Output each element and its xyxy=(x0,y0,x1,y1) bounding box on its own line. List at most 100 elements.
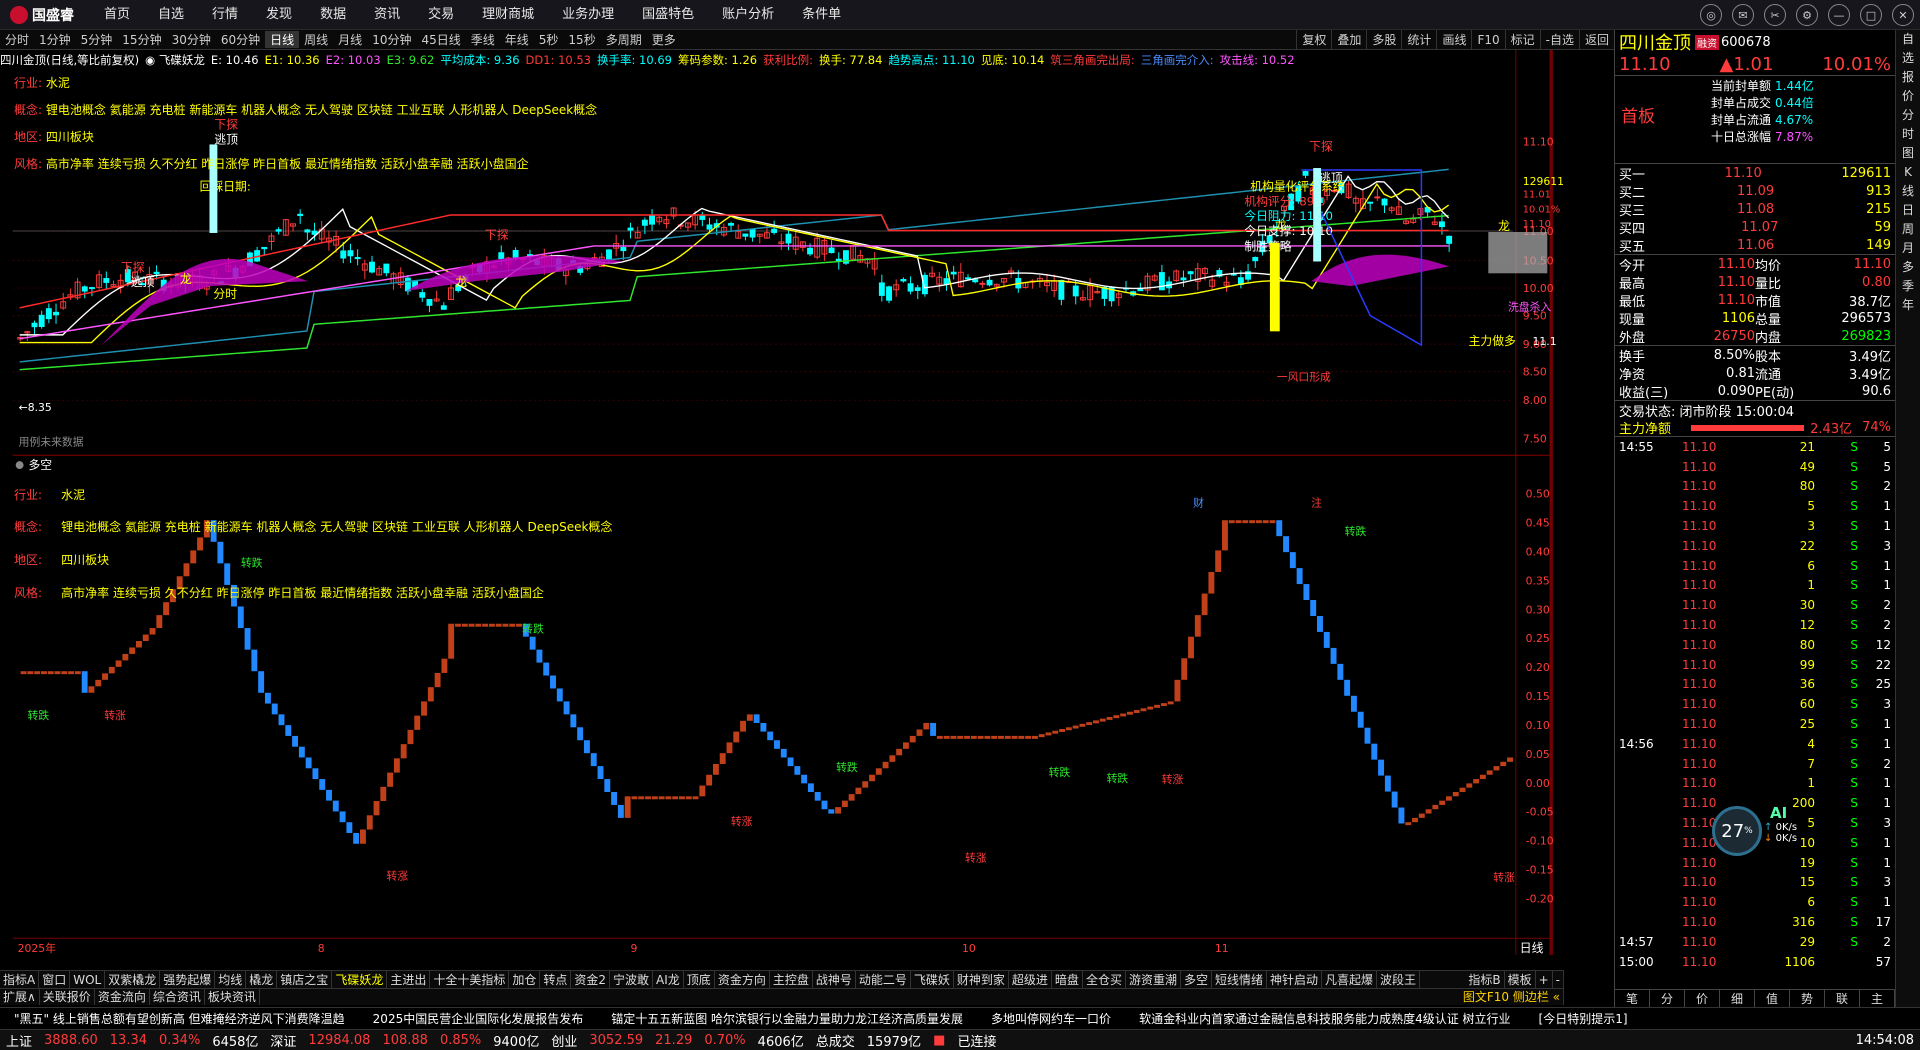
chart-tool-button[interactable]: 统计 xyxy=(1401,30,1436,50)
indicator-tab[interactable]: 双紫橇龙 xyxy=(105,971,161,988)
news-item[interactable]: 软通金科业内首家通过金融信息科技服务能力成熟度4级认证 树立行业 xyxy=(1125,1010,1524,1027)
indicator-tab[interactable]: 多空 xyxy=(1181,971,1212,988)
chart-tool-button[interactable]: 叠加 xyxy=(1331,30,1366,50)
period-tab[interactable]: 30分钟 xyxy=(167,31,216,48)
side-nav-item[interactable]: 线 xyxy=(1902,182,1914,201)
period-tab[interactable]: 周线 xyxy=(299,31,333,48)
indicator-tab[interactable]: 暗盘 xyxy=(1052,971,1083,988)
detail-tab[interactable]: 分 xyxy=(1650,990,1685,1007)
chat-icon[interactable]: ◎ xyxy=(1700,4,1722,26)
skin-icon[interactable]: ✂ xyxy=(1764,4,1786,26)
indicator-tab[interactable]: 宁波敢 xyxy=(610,971,654,988)
sz-label[interactable]: 深证 xyxy=(264,1031,302,1050)
menu-item[interactable]: 理财商城 xyxy=(468,0,548,30)
indicator-tab[interactable]: 游资重潮 xyxy=(1126,971,1181,988)
indicator-tab[interactable]: 加仓 xyxy=(509,971,541,988)
indicator-tab[interactable]: 战神号 xyxy=(813,971,856,988)
indicator-tab[interactable]: 神针启动 xyxy=(1267,971,1323,988)
chart-tool-button[interactable]: 标记 xyxy=(1504,30,1540,50)
detail-tab[interactable]: 值 xyxy=(1755,990,1790,1007)
period-tab[interactable]: 5秒 xyxy=(534,31,564,48)
news-item[interactable]: [今日特别提示1] xyxy=(1525,1010,1642,1027)
period-tab[interactable]: 60分钟 xyxy=(216,31,265,48)
minimize-icon[interactable]: — xyxy=(1828,4,1850,26)
menu-item[interactable]: 条件单 xyxy=(788,0,855,30)
indicator-tab[interactable]: 强势起爆 xyxy=(160,971,216,988)
chart-tool-button[interactable]: 多股 xyxy=(1366,30,1401,50)
indicator-tab[interactable]: 窗口 xyxy=(39,971,71,988)
info-tab[interactable]: 资金流向 xyxy=(95,989,150,1005)
side-nav-item[interactable]: 分 xyxy=(1902,106,1914,125)
indicator-tab[interactable]: 主进出 xyxy=(387,971,431,988)
bid-row[interactable]: 买二 11.09 913 xyxy=(1615,182,1895,201)
indicator-tab[interactable]: 短线情绪 xyxy=(1212,971,1267,988)
detail-tab[interactable]: 细 xyxy=(1720,990,1755,1007)
stock-name[interactable]: 四川金顶 xyxy=(1619,29,1691,55)
indicator-tab[interactable]: 指标A xyxy=(0,971,40,988)
period-tab[interactable]: 15秒 xyxy=(563,31,600,48)
side-nav-item[interactable]: 自 xyxy=(1902,30,1914,49)
menu-item[interactable]: 国盛特色 xyxy=(628,0,708,30)
period-tab[interactable]: 1分钟 xyxy=(34,31,76,48)
info-tab[interactable]: 扩展∧ xyxy=(0,989,40,1005)
info-tab[interactable]: 板块资讯 xyxy=(205,989,260,1005)
side-nav-item[interactable]: 价 xyxy=(1902,87,1914,106)
indicator-name[interactable]: ◉ 飞碟妖龙 xyxy=(145,52,205,68)
side-nav-item[interactable]: 季 xyxy=(1902,277,1914,296)
chart-tool-button[interactable]: 复权 xyxy=(1296,30,1331,50)
indicator-tab[interactable]: 全仓买 xyxy=(1083,971,1126,988)
indicator-tab[interactable]: 超级进 xyxy=(1009,971,1052,988)
bid-row[interactable]: 买五 11.06 149 xyxy=(1615,236,1895,255)
mail-icon[interactable]: ✉ xyxy=(1732,4,1754,26)
menu-item[interactable]: 发现 xyxy=(252,0,306,30)
tick-list[interactable]: 14:55 11.10 21 S 5 11.10 49 S 5 11.10 80 S 2 11.10 5 S 1… xyxy=(1615,437,1895,972)
chart-tool-button[interactable]: 画线 xyxy=(1436,30,1471,50)
menu-item[interactable]: 数据 xyxy=(306,0,360,30)
close-icon[interactable]: ✕ xyxy=(1892,4,1914,26)
indicator-tab[interactable]: 顶底 xyxy=(684,971,715,988)
indicator-tool[interactable]: + xyxy=(1536,971,1553,988)
side-nav-item[interactable]: 周 xyxy=(1902,220,1914,239)
news-item[interactable]: "黑五" 线上销售总额有望创新高 但难掩经济逆风下消费降温趋 xyxy=(0,1010,359,1027)
indicator-tab[interactable]: 转点 xyxy=(540,971,572,988)
menu-item[interactable]: 资讯 xyxy=(360,0,414,30)
info-tab[interactable]: 关联报价 xyxy=(40,989,95,1005)
indicator-tab[interactable]: 飞碟妖龙 xyxy=(332,971,388,988)
indicator-tab[interactable]: AI龙 xyxy=(653,971,684,988)
kline-chart[interactable]: 11.1012961111.0010.5010.009.509.008.508.… xyxy=(0,50,1564,955)
cy-label[interactable]: 创业 xyxy=(545,1031,583,1050)
indicator-tool[interactable]: 指标B xyxy=(1465,971,1505,988)
side-nav-item[interactable]: 报 xyxy=(1902,68,1914,87)
side-nav-item[interactable]: 图 xyxy=(1902,144,1914,163)
period-tab[interactable]: 月线 xyxy=(333,31,367,48)
bid-row[interactable]: 买四 11.07 59 xyxy=(1615,218,1895,237)
period-tab[interactable]: 45日线 xyxy=(416,31,465,48)
menu-item[interactable]: 业务办理 xyxy=(548,0,628,30)
indicator-tab[interactable]: 凡喜起爆 xyxy=(1322,971,1378,988)
period-tab[interactable]: 年线 xyxy=(500,31,534,48)
settings-icon[interactable]: ⚙ xyxy=(1796,4,1818,26)
bid-row[interactable]: 买三 11.08 215 xyxy=(1615,200,1895,219)
bid-row[interactable]: 买一 11.10 129611 xyxy=(1615,164,1895,183)
info-tab[interactable]: 综合资讯 xyxy=(150,989,205,1005)
chart-tool-button[interactable]: 返回 xyxy=(1578,30,1614,50)
side-nav-item[interactable]: 时 xyxy=(1902,125,1914,144)
maximize-icon[interactable]: □ xyxy=(1860,4,1882,26)
detail-tab[interactable]: 联 xyxy=(1825,990,1860,1007)
sh-label[interactable]: 上证 xyxy=(0,1031,38,1050)
indicator-tab[interactable]: 波段王 xyxy=(1377,971,1421,988)
detail-tab[interactable]: 主 xyxy=(1860,990,1895,1007)
indicator-tab[interactable]: 橇龙 xyxy=(246,971,278,988)
cpu-gauge[interactable]: 27% xyxy=(1712,806,1762,856)
indicator-tool[interactable]: - xyxy=(1553,971,1564,988)
side-nav-item[interactable]: 年 xyxy=(1902,296,1914,315)
period-tab[interactable]: 10分钟 xyxy=(367,31,416,48)
period-tab[interactable]: 15分钟 xyxy=(117,31,166,48)
indicator-tab[interactable]: 飞碟妖 xyxy=(911,971,954,988)
ai-badge[interactable]: AI xyxy=(1770,804,1787,822)
indicator-tab[interactable]: 动能二号 xyxy=(856,971,911,988)
brand-logo[interactable]: 国盛睿 xyxy=(0,5,90,25)
indicator-tab[interactable]: 镇店之宝 xyxy=(277,971,333,988)
period-tab[interactable]: 5分钟 xyxy=(76,31,118,48)
indicator-tab[interactable]: 资金方向 xyxy=(715,971,770,988)
